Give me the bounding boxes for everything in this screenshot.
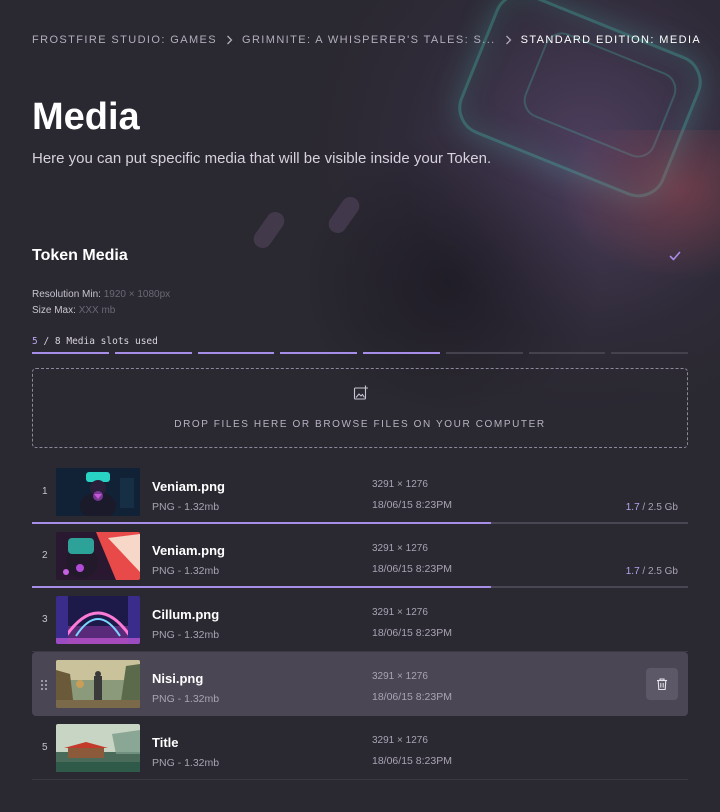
file-thumbnail	[56, 532, 140, 580]
size-requirement: Size Max: XXX mb	[32, 305, 115, 316]
upload-size: 1.7 / 2.5 Gb	[626, 502, 678, 513]
file-dropzone[interactable]: DROP FILES HERE OR BROWSE FILES ON YOUR …	[32, 368, 688, 448]
media-slot-segment	[528, 352, 606, 354]
file-dimensions: 3291 × 1276	[372, 735, 428, 746]
media-slots-counter: 5 / 8 Media slots used	[32, 336, 158, 347]
file-dimensions: 3291 × 1276	[372, 543, 428, 554]
media-slot-segment	[32, 352, 109, 354]
media-slot-segment	[611, 352, 688, 354]
media-slot-segment	[280, 352, 357, 354]
file-index: 3	[42, 614, 48, 625]
file-type: PNG - 1.32mb	[152, 629, 220, 641]
file-name: Title	[152, 735, 179, 750]
media-slot-segment	[114, 352, 192, 354]
size-value: XXX mb	[78, 305, 116, 316]
add-image-icon	[353, 385, 369, 401]
file-name: Veniam.png	[152, 543, 225, 558]
breadcrumb-item-studio[interactable]: FROSTFIRE STUDIO: GAMES	[32, 34, 217, 46]
dropzone-text: DROP FILES HERE OR BROWSE FILES ON YOUR …	[174, 419, 546, 430]
drag-handle-icon[interactable]	[40, 678, 48, 690]
check-icon	[668, 249, 682, 263]
file-thumbnail	[56, 724, 140, 772]
delete-button[interactable]	[646, 668, 678, 700]
file-name: Nisi.png	[152, 671, 204, 686]
trash-icon	[655, 677, 669, 691]
resolution-label: Resolution Min:	[32, 289, 101, 300]
file-row[interactable]: 1 Veniam.png PNG - 1.32mb 3291 × 1276 18…	[32, 460, 688, 524]
file-thumbnail	[56, 660, 140, 708]
section-title-token-media: Token Media	[32, 247, 128, 264]
file-dimensions: 3291 × 1276	[372, 607, 428, 618]
uploaded-amount: 1.7	[625, 566, 640, 577]
file-dimensions: 3291 × 1276	[372, 671, 428, 682]
row-divider	[32, 779, 688, 780]
file-name: Veniam.png	[152, 479, 225, 494]
file-row[interactable]: 3 Cillum.png PNG - 1.32mb 3291 × 1276 18…	[32, 588, 688, 652]
file-type: PNG - 1.32mb	[152, 501, 220, 513]
media-slot-segment	[445, 352, 523, 354]
total-amount: / 2.5 Gb	[639, 502, 678, 513]
file-thumbnail	[56, 468, 140, 516]
media-slots-bar	[32, 352, 688, 354]
size-label: Size Max:	[32, 305, 76, 316]
file-dimensions: 3291 × 1276	[372, 479, 428, 490]
total-amount: / 2.5 Gb	[639, 566, 678, 577]
file-thumbnail	[56, 596, 140, 644]
file-name: Cillum.png	[152, 607, 220, 622]
file-type: PNG - 1.32mb	[152, 693, 220, 705]
file-type: PNG - 1.32mb	[152, 757, 220, 769]
upload-size: 1.7 / 2.5 Gb	[626, 566, 678, 577]
file-row[interactable]: Nisi.png PNG - 1.32mb 3291 × 1276 18/06/…	[32, 652, 688, 716]
file-index: 1	[42, 486, 48, 497]
file-list: 1 Veniam.png PNG - 1.32mb 3291 × 1276 18…	[32, 460, 688, 780]
file-date: 18/06/15 8:23PM	[372, 563, 452, 575]
file-date: 18/06/15 8:23PM	[372, 499, 452, 511]
file-date: 18/06/15 8:23PM	[372, 755, 452, 767]
breadcrumb-item-current: STANDARD EDITION: MEDIA	[520, 34, 702, 46]
media-slot-segment	[363, 352, 440, 354]
chevron-right-icon	[226, 35, 233, 45]
slots-separator: /	[37, 336, 55, 347]
breadcrumb: FROSTFIRE STUDIO: GAMES GRIMNITE: A WHIS…	[32, 34, 701, 46]
file-date: 18/06/15 8:23PM	[372, 691, 452, 703]
page-title: Media	[32, 96, 140, 138]
slots-label: Media slots used	[60, 336, 158, 347]
uploaded-amount: 1.7	[625, 502, 640, 513]
chevron-right-icon	[505, 35, 512, 45]
file-index: 2	[42, 550, 48, 561]
resolution-value: 1920 × 1080px	[103, 289, 171, 300]
page-subtitle: Here you can put specific media that wil…	[32, 150, 492, 167]
file-row[interactable]: 2 Veniam.png PNG - 1.32mb 3291 × 1276 18…	[32, 524, 688, 588]
file-date: 18/06/15 8:23PM	[372, 627, 452, 639]
file-row[interactable]: 5 Title PNG - 1.32mb 3291 × 1276 18/06/1…	[32, 716, 688, 780]
breadcrumb-item-game[interactable]: GRIMNITE: A WHISPERER'S TALES: S...	[242, 34, 496, 46]
resolution-requirement: Resolution Min: 1920 × 1080px	[32, 289, 170, 300]
media-slot-segment	[197, 352, 275, 354]
file-index: 5	[42, 742, 48, 753]
file-type: PNG - 1.32mb	[152, 565, 220, 577]
